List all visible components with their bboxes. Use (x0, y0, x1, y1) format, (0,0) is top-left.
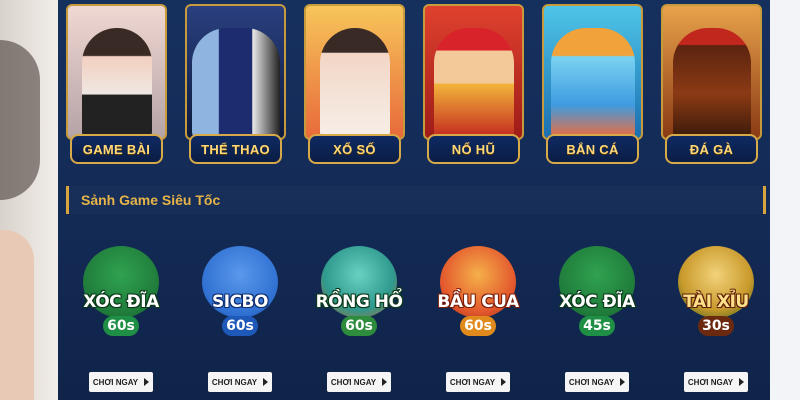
fast-games-row: XÓC ĐĨA 60s CHƠI NGAY SICBO 60s CHƠI NGA… (66, 236, 766, 400)
category-the-thao[interactable]: THỂ THAO (185, 4, 286, 164)
game-card: TÀI XỈU 30s CHƠI NGAY (661, 236, 771, 400)
game-card: RỒNG HỔ 60s CHƠI NGAY (304, 236, 414, 400)
xoc-dia-icon[interactable]: XÓC ĐĨA 45s (549, 244, 645, 344)
game-title: SICBO (212, 292, 268, 312)
lottery-balls-icon (304, 4, 405, 140)
tai-xiu-icon[interactable]: TÀI XỈU 30s (668, 244, 764, 344)
category-label: NỔ HŨ (427, 134, 520, 164)
background-photo-left (0, 0, 58, 400)
play-now-label: CHƠI NGAY (449, 377, 496, 387)
play-arrow-icon (382, 378, 388, 386)
category-label: THỂ THAO (189, 134, 282, 164)
play-now-button[interactable]: CHƠI NGAY (565, 372, 629, 392)
play-now-button[interactable]: CHƠI NGAY (684, 372, 748, 392)
play-now-label: CHƠI NGAY (92, 377, 139, 387)
play-arrow-icon (144, 378, 150, 386)
game-lobby-panel: GAME BÀI THỂ THAO XỔ SỐ NỔ HŨ BẮN CÁ ĐÁ … (58, 0, 770, 400)
game-card: XÓC ĐĨA 45s CHƠI NGAY (542, 236, 652, 400)
game-duration: 60s (103, 316, 139, 336)
category-label: ĐÁ GÀ (665, 134, 758, 164)
play-now-label: CHƠI NGAY (211, 377, 258, 387)
category-game-bai[interactable]: GAME BÀI (66, 4, 167, 164)
dragon-tiger-icon[interactable]: RỒNG HỔ 60s (311, 244, 407, 344)
game-duration: 60s (460, 316, 496, 336)
fish-shooting-icon (542, 4, 643, 140)
xoc-dia-icon[interactable]: XÓC ĐĨA 60s (73, 244, 169, 344)
card-game-icon (66, 4, 167, 140)
game-title: RỒNG HỔ (315, 292, 403, 312)
play-now-button[interactable]: CHƠI NGAY (208, 372, 272, 392)
bau-cua-icon[interactable]: BẦU CUA 60s (430, 244, 526, 344)
play-now-button[interactable]: CHƠI NGAY (446, 372, 510, 392)
rooster-icon (661, 4, 762, 140)
game-title: XÓC ĐĨA (559, 292, 635, 312)
play-now-label: CHƠI NGAY (687, 377, 734, 387)
dice-icon[interactable]: SICBO 60s (192, 244, 288, 344)
play-now-label: CHƠI NGAY (568, 377, 615, 387)
category-label: GAME BÀI (70, 134, 163, 164)
game-card: BẦU CUA 60s CHƠI NGAY (423, 236, 533, 400)
game-duration: 60s (222, 316, 258, 336)
play-now-button[interactable]: CHƠI NGAY (89, 372, 153, 392)
game-card: SICBO 60s CHƠI NGAY (185, 236, 295, 400)
category-no-hu[interactable]: NỔ HŨ (423, 4, 524, 164)
play-arrow-icon (620, 378, 626, 386)
section-header: Sảnh Game Siêu Tốc (66, 186, 766, 214)
game-card: XÓC ĐĨA 60s CHƠI NGAY (66, 236, 176, 400)
play-now-label: CHƠI NGAY (330, 377, 377, 387)
category-row: GAME BÀI THỂ THAO XỔ SỐ NỔ HŨ BẮN CÁ ĐÁ … (66, 4, 766, 168)
category-xo-so[interactable]: XỔ SỐ (304, 4, 405, 164)
category-label: BẮN CÁ (546, 134, 639, 164)
game-duration: 45s (579, 316, 615, 336)
category-label: XỔ SỐ (308, 134, 401, 164)
play-now-button[interactable]: CHƠI NGAY (327, 372, 391, 392)
category-da-ga[interactable]: ĐÁ GÀ (661, 4, 762, 164)
background-right (770, 0, 800, 400)
slot-jackpot-icon (423, 4, 524, 140)
game-duration: 60s (341, 316, 377, 336)
game-title: BẦU CUA (437, 292, 519, 312)
play-arrow-icon (501, 378, 507, 386)
play-arrow-icon (263, 378, 269, 386)
play-arrow-icon (739, 378, 745, 386)
section-title: Sảnh Game Siêu Tốc (81, 192, 221, 208)
game-title: TÀI XỈU (683, 292, 749, 312)
game-duration: 30s (698, 316, 734, 336)
soccer-players-icon (185, 4, 286, 140)
game-title: XÓC ĐĨA (83, 292, 159, 312)
category-ban-ca[interactable]: BẮN CÁ (542, 4, 643, 164)
